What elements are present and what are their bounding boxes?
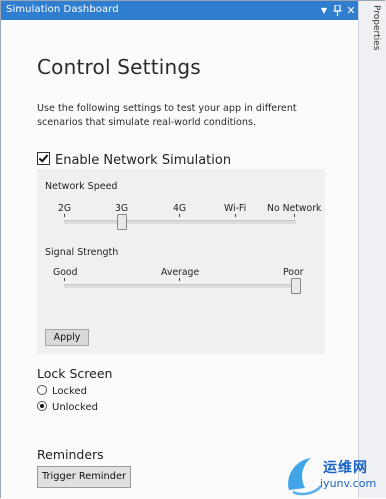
signal-strength-label: Signal Strength	[45, 247, 119, 258]
pin-icon[interactable]	[331, 2, 343, 18]
signal-strength-slider-track[interactable]	[64, 284, 300, 288]
speed-option-3g: 3G	[115, 203, 129, 214]
watermark-url: iyunv.com	[320, 477, 377, 490]
simulation-dashboard-window: Simulation Dashboard ▼ ✕ Properties Cont…	[0, 0, 386, 499]
network-speed-slider-track[interactable]	[64, 220, 296, 224]
signal-tick	[64, 278, 65, 281]
speed-tick	[294, 214, 295, 217]
checkbox-checked-icon[interactable]	[37, 152, 50, 165]
page-title: Control Settings	[37, 55, 201, 79]
signal-strength-slider-thumb[interactable]	[291, 278, 301, 294]
main-content: Control Settings Use the following setti…	[1, 21, 358, 499]
speed-option-4g: 4G	[173, 203, 187, 214]
tab-properties[interactable]: Properties	[365, 5, 381, 55]
reminders-heading: Reminders	[37, 447, 104, 462]
lock-screen-option-locked[interactable]: Locked	[37, 385, 87, 397]
locked-label: Locked	[52, 386, 87, 397]
radio-icon[interactable]	[37, 385, 47, 395]
apply-button[interactable]: Apply	[45, 329, 89, 346]
trigger-reminder-button[interactable]: Trigger Reminder	[37, 466, 131, 488]
network-speed-slider-thumb[interactable]	[117, 214, 127, 230]
chevron-down-icon[interactable]: ▼	[318, 2, 330, 18]
unlocked-label: Unlocked	[52, 402, 98, 413]
network-simulation-panel: Network Speed 2G 3G 4G Wi-Fi No Network …	[37, 169, 325, 354]
signal-option-good: Good	[53, 267, 78, 278]
signal-option-average: Average	[161, 267, 200, 278]
signal-option-poor: Poor	[283, 267, 304, 278]
speed-option-2g: 2G	[58, 203, 72, 214]
speed-option-wifi: Wi-Fi	[224, 203, 247, 214]
network-speed-label: Network Speed	[45, 181, 118, 192]
radio-selected-icon[interactable]	[37, 401, 47, 411]
close-icon[interactable]: ✕	[345, 2, 357, 18]
speed-tick	[235, 214, 236, 217]
signal-tick	[179, 278, 180, 281]
title-bar: Simulation Dashboard ▼ ✕	[1, 1, 358, 20]
enable-network-simulation-checkbox[interactable]: Enable Network Simulation	[37, 152, 231, 168]
speed-tick	[179, 214, 180, 217]
page-description: Use the following settings to test your …	[37, 103, 297, 128]
window-title: Simulation Dashboard	[6, 4, 119, 15]
speed-option-no-network: No Network	[267, 203, 322, 214]
lock-screen-heading: Lock Screen	[37, 366, 113, 381]
enable-network-simulation-label: Enable Network Simulation	[55, 153, 232, 168]
watermark-text: 运维网	[323, 460, 368, 476]
side-panel-strip: Properties	[358, 1, 386, 498]
lock-screen-option-unlocked[interactable]: Unlocked	[37, 401, 98, 413]
speed-tick	[64, 214, 65, 217]
